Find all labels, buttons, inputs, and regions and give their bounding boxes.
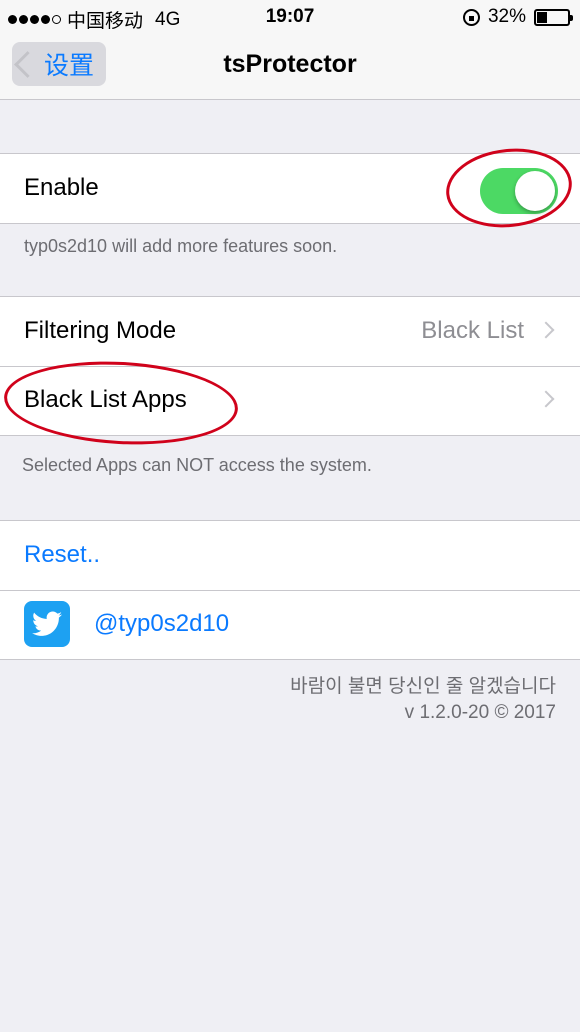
chevron-right-icon: [537, 321, 555, 339]
status-right: 32%: [462, 6, 573, 28]
twitter-bird-icon: [24, 601, 70, 647]
page-title: tsProtector: [223, 50, 357, 78]
filter-group: Filtering Mode Black List Black List App…: [0, 296, 580, 436]
filtering-mode-label: Filtering Mode: [24, 317, 177, 344]
twitter-row[interactable]: @typ0s2d10: [0, 590, 580, 659]
enable-footer: typ0s2d10 will add more features soon.: [24, 236, 338, 256]
enable-toggle[interactable]: [480, 168, 558, 214]
credits: 바람이 불면 당신인 줄 알겠습니다 v 1.2.0-20 © 2017: [290, 674, 556, 726]
battery-icon: [534, 8, 573, 26]
battery-percent: 32%: [487, 6, 526, 27]
enable-row: Enable: [0, 154, 580, 223]
filtering-mode-value: Black List: [421, 317, 524, 344]
black-list-apps-label: Black List Apps: [24, 386, 187, 413]
reset-row[interactable]: Reset..: [0, 521, 580, 590]
filter-footer: Selected Apps can NOT access the system.: [22, 455, 372, 475]
enable-group: Enable: [0, 153, 580, 224]
reset-button[interactable]: Reset..: [24, 541, 100, 569]
filtering-mode-row[interactable]: Filtering Mode Black List: [0, 297, 580, 366]
chevron-right-icon: [537, 390, 555, 408]
black-list-apps-row[interactable]: Black List Apps: [0, 366, 580, 435]
status-bar: 中国移动 4G 19:07 32%: [0, 0, 580, 36]
rotation-lock-icon: [462, 8, 480, 26]
navigation-bar: 设置 tsProtector: [0, 36, 580, 100]
twitter-handle-link[interactable]: @typ0s2d10: [94, 610, 229, 638]
credits-tagline: 바람이 불면 당신인 줄 알겠습니다: [290, 676, 556, 697]
credits-version: v 1.2.0-20 © 2017: [404, 702, 556, 723]
enable-label: Enable: [24, 174, 99, 201]
toggle-knob: [515, 171, 555, 211]
links-group: Reset.. @typ0s2d10: [0, 520, 580, 660]
